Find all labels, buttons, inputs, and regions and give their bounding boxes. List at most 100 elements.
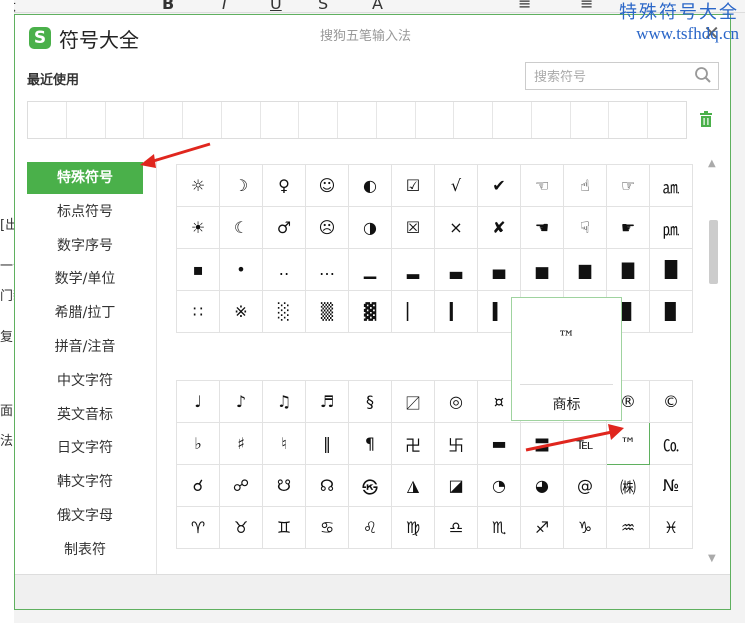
recent-slot[interactable] — [183, 102, 222, 138]
symbol-cell[interactable]: ㉿ — [348, 464, 392, 507]
trash-icon[interactable] — [699, 111, 713, 127]
recent-slot[interactable] — [648, 102, 686, 138]
recent-slot[interactable] — [106, 102, 145, 138]
symbol-cell[interactable]: ※ — [219, 290, 263, 333]
symbol-cell[interactable]: ☽ — [219, 164, 263, 207]
recent-slot[interactable] — [144, 102, 184, 138]
symbol-cell[interactable]: ☚ — [520, 206, 564, 249]
sidebar-item[interactable]: 数字序号 — [27, 230, 143, 262]
symbol-cell[interactable]: ♂ — [262, 206, 306, 249]
symbol-cell[interactable]: ░ — [262, 290, 306, 333]
symbol-cell[interactable]: ♒ — [606, 506, 650, 549]
symbol-cell[interactable]: ☊ — [305, 464, 349, 507]
sidebar-item[interactable]: 标点符号 — [27, 196, 143, 228]
recent-slot[interactable] — [377, 102, 416, 138]
symbol-cell[interactable]: № — [649, 464, 693, 507]
symbol-cell[interactable]: ☟ — [563, 206, 607, 249]
symbol-cell[interactable]: ¶ — [348, 422, 392, 465]
symbol-cell[interactable]: ♎ — [434, 506, 478, 549]
symbol-cell[interactable]: ☞ — [606, 164, 650, 207]
sidebar-item[interactable]: 数学/单位 — [27, 263, 143, 295]
sidebar-item[interactable]: 中文字符 — [27, 365, 143, 397]
symbol-cell[interactable]: ㏇ — [649, 422, 693, 465]
symbol-cell[interactable]: ∷ — [176, 290, 220, 333]
symbol-cell[interactable]: ▒ — [305, 290, 349, 333]
symbol-cell[interactable]: ◪ — [434, 464, 478, 507]
sidebar-item[interactable]: 俄文字母 — [27, 500, 143, 532]
symbol-cell[interactable]: ▪ — [176, 248, 220, 291]
symbol-cell[interactable]: @ — [563, 464, 607, 507]
recent-slot[interactable] — [28, 102, 67, 138]
symbol-cell[interactable]: ◑ — [348, 206, 392, 249]
symbol-cell[interactable]: ♪ — [219, 380, 263, 423]
search-input[interactable] — [532, 64, 696, 90]
symbol-cell[interactable]: ♭ — [176, 422, 220, 465]
italic-button[interactable]: I — [222, 0, 227, 12]
symbol-cell[interactable]: ▆ — [563, 248, 607, 291]
recent-slot[interactable] — [222, 102, 261, 138]
symbol-cell[interactable]: ☾ — [219, 206, 263, 249]
symbol-cell[interactable]: ☍ — [219, 464, 263, 507]
symbol-cell[interactable]: ▁ — [348, 248, 392, 291]
sidebar-item[interactable]: 日文字符 — [27, 432, 143, 464]
symbol-cell[interactable]: … — [305, 248, 349, 291]
list-button[interactable]: ≡ — [580, 0, 593, 12]
symbol-cell[interactable]: ☌ — [176, 464, 220, 507]
symbol-cell[interactable]: × — [434, 206, 478, 249]
recent-slot[interactable] — [416, 102, 455, 138]
symbol-cell[interactable]: ♯ — [219, 422, 263, 465]
symbol-cell[interactable]: ✔ — [477, 164, 521, 207]
symbol-cell[interactable]: ‥ — [262, 248, 306, 291]
symbol-cell[interactable]: ♏ — [477, 506, 521, 549]
sidebar-item[interactable]: 希腊/拉丁 — [27, 297, 143, 329]
symbol-cell[interactable]: ♬ — [305, 380, 349, 423]
symbol-cell[interactable]: ♋ — [305, 506, 349, 549]
symbol-cell[interactable]: ‖ — [305, 422, 349, 465]
symbol-cell[interactable]: 〼 — [391, 380, 435, 423]
sidebar-item[interactable]: 拼音/注音 — [27, 331, 143, 363]
recent-slot[interactable] — [338, 102, 377, 138]
recent-slot[interactable] — [454, 102, 494, 138]
symbol-cell[interactable]: ▉ — [649, 290, 693, 333]
symbol-cell[interactable]: ▬ — [477, 422, 521, 465]
symbol-cell[interactable]: 卍 — [391, 422, 435, 465]
align-button[interactable]: ≡ — [518, 0, 531, 12]
symbol-cell[interactable]: ☀ — [176, 206, 220, 249]
symbol-cell[interactable]: ㈱ — [606, 464, 650, 507]
symbol-cell[interactable]: • — [219, 248, 263, 291]
recent-slot[interactable] — [261, 102, 300, 138]
underline-button[interactable]: U — [270, 0, 282, 12]
symbol-cell[interactable]: √ — [434, 164, 478, 207]
symbol-cell[interactable]: ♍ — [391, 506, 435, 549]
symbol-cell[interactable]: ☹ — [305, 206, 349, 249]
symbol-cell[interactable]: ▇ — [606, 248, 650, 291]
symbol-cell[interactable]: ▎ — [434, 290, 478, 333]
symbol-cell[interactable]: ♓ — [649, 506, 693, 549]
symbol-cell[interactable]: ▂ — [391, 248, 435, 291]
symbol-cell[interactable]: ☝ — [563, 164, 607, 207]
symbol-cell[interactable]: ▏ — [391, 290, 435, 333]
sidebar-item[interactable]: 制表符 — [27, 534, 143, 566]
scroll-down-icon[interactable]: ▼ — [708, 553, 716, 564]
symbol-cell[interactable]: █ — [649, 248, 693, 291]
recent-slot[interactable] — [493, 102, 532, 138]
symbol-cell[interactable]: ☋ — [262, 464, 306, 507]
scroll-thumb[interactable] — [709, 220, 718, 284]
symbol-cell[interactable]: ▓ — [348, 290, 392, 333]
symbol-cell[interactable]: ▅ — [520, 248, 564, 291]
symbol-cell[interactable]: ☛ — [606, 206, 650, 249]
symbol-cell[interactable]: ♈ — [176, 506, 220, 549]
strike-button[interactable]: S — [318, 0, 328, 12]
recent-slot[interactable] — [299, 102, 339, 138]
symbol-cell[interactable]: ✘ — [477, 206, 521, 249]
symbol-cell[interactable]: ♀ — [262, 164, 306, 207]
recent-slot[interactable] — [571, 102, 610, 138]
symbol-cell[interactable]: ㏘ — [649, 206, 693, 249]
symbol-cell[interactable]: © — [649, 380, 693, 423]
recent-slot[interactable] — [609, 102, 649, 138]
symbol-cell[interactable]: ◕ — [520, 464, 564, 507]
symbol-cell[interactable]: ♫ — [262, 380, 306, 423]
symbol-cell[interactable]: § — [348, 380, 392, 423]
scroll-up-icon[interactable]: ▲ — [708, 158, 716, 169]
symbol-cell[interactable]: ♉ — [219, 506, 263, 549]
